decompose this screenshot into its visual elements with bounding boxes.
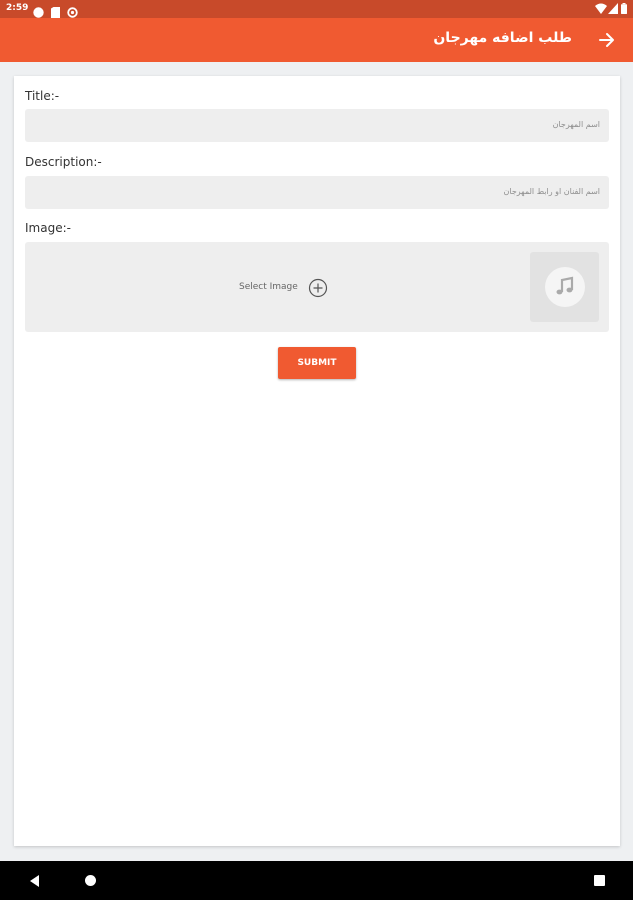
image-label: Image:- <box>25 221 71 235</box>
description-placeholder: اسم الفنان او رابط المهرجان <box>503 187 601 196</box>
form-card: Title:- اسم المهرجان Description:- اسم ا… <box>14 76 620 846</box>
status-icons-right <box>595 3 629 15</box>
title-label: Title:- <box>25 89 60 103</box>
select-image-label: Select Image <box>239 282 298 292</box>
navigation-bar <box>0 861 633 900</box>
signal-icon <box>608 3 618 14</box>
image-picker[interactable]: Select Image <box>25 242 609 332</box>
title-placeholder: اسم المهرجان <box>552 120 600 129</box>
nav-back-icon[interactable] <box>27 873 41 887</box>
thumbnail-circle <box>545 267 585 307</box>
add-circle-icon <box>308 278 328 298</box>
nav-recents-icon[interactable] <box>594 875 605 886</box>
description-label: Description:- <box>25 155 102 169</box>
submit-button[interactable]: SUBMIT <box>278 347 356 379</box>
nav-home-icon[interactable] <box>85 875 96 886</box>
status-time: 2:59 <box>6 3 29 13</box>
status-bar: 2:59 <box>0 0 633 18</box>
title-input[interactable]: اسم المهرجان <box>25 109 609 142</box>
back-arrow-icon[interactable] <box>595 28 619 52</box>
wifi-icon <box>595 3 607 14</box>
app-bar: طلب اضافه مهرجان <box>0 18 633 62</box>
image-thumbnail <box>530 252 599 322</box>
page-title: طلب اضافه مهرجان <box>433 30 572 46</box>
music-note-icon <box>553 275 577 299</box>
battery-icon <box>621 3 627 14</box>
description-input[interactable]: اسم الفنان او رابط المهرجان <box>25 176 609 209</box>
